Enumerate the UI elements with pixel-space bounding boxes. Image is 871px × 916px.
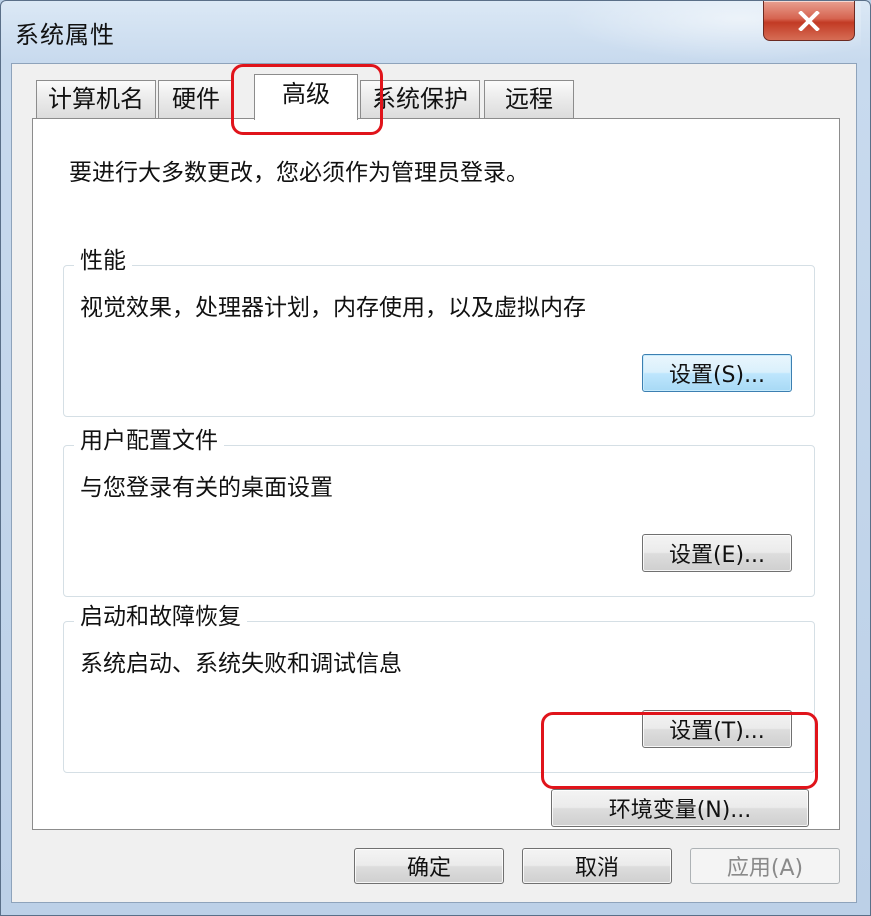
user-profiles-description: 与您登录有关的桌面设置 [80,475,333,501]
tab-label: 计算机名 [48,85,144,113]
tab-remote[interactable]: 远程 [484,80,574,118]
ok-button[interactable]: 确定 [354,848,504,884]
user-profiles-settings-button[interactable]: 设置(E)... [642,534,792,572]
environment-variables-button[interactable]: 环境变量(N)... [551,789,809,827]
user-profiles-group: 用户配置文件 与您登录有关的桌面设置 设置(E)... [63,426,815,597]
tab-computer-name[interactable]: 计算机名 [36,80,156,118]
admin-note: 要进行大多数更改，您必须作为管理员登录。 [69,160,529,186]
tab-hardware[interactable]: 硬件 [158,80,234,118]
close-icon [798,10,820,31]
advanced-tab-highlight [231,64,383,135]
close-button[interactable] [763,1,855,41]
performance-description: 视觉效果，处理器计划，内存使用，以及虚拟内存 [80,295,586,321]
tab-label: 远程 [505,85,553,113]
performance-group: 性能 视觉效果，处理器计划，内存使用，以及虚拟内存 设置(S)... [63,246,815,417]
tab-label: 系统保护 [372,85,468,113]
performance-settings-button[interactable]: 设置(S)... [642,354,792,392]
tab-label: 硬件 [172,85,220,113]
window-title: 系统属性 [15,21,115,49]
performance-group-title: 性能 [74,246,132,276]
environment-variables-highlight [541,712,818,789]
startup-recovery-description: 系统启动、系统失败和调试信息 [80,651,402,677]
apply-button[interactable]: 应用(A) [690,848,840,884]
startup-recovery-group-title: 启动和故障恢复 [74,602,247,632]
cancel-button[interactable]: 取消 [522,848,672,884]
user-profiles-group-title: 用户配置文件 [74,426,224,456]
